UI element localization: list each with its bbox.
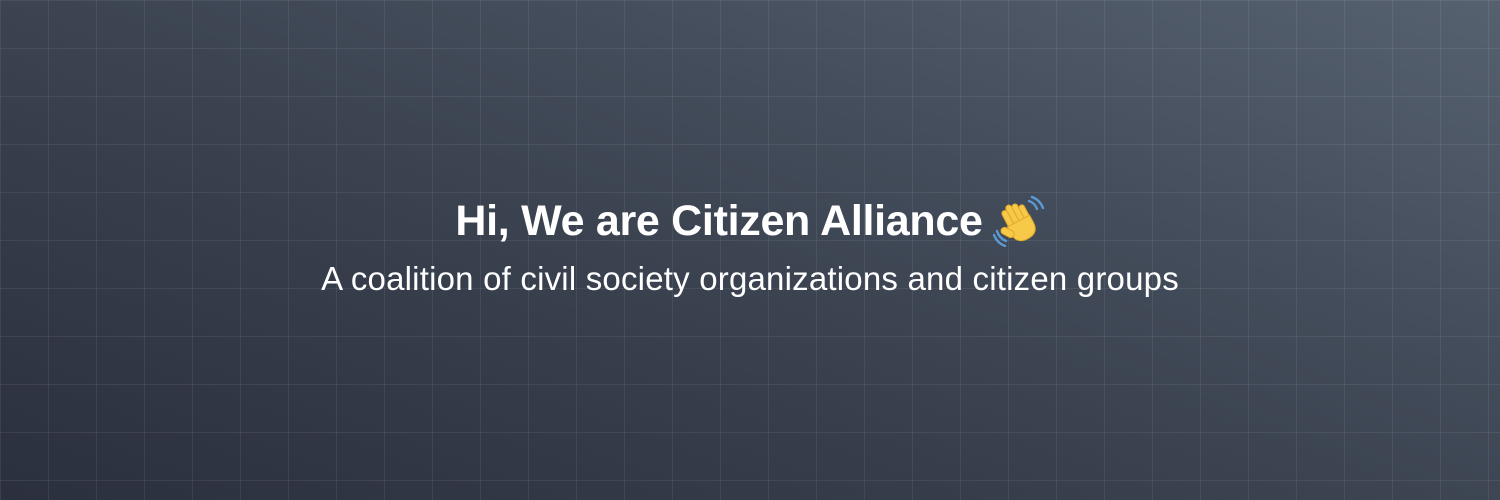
headline: Hi, We are Citizen Alliance — [455, 197, 983, 245]
headline-row: Hi, We are Citizen Alliance — [455, 193, 1044, 249]
hero-content: Hi, We are Citizen Alliance A coalition … — [0, 193, 1500, 301]
waving-hand-icon — [992, 195, 1045, 248]
tagline: A coalition of civil society organizatio… — [321, 260, 1179, 297]
hero-banner: Hi, We are Citizen Alliance A coalition … — [0, 0, 1500, 500]
